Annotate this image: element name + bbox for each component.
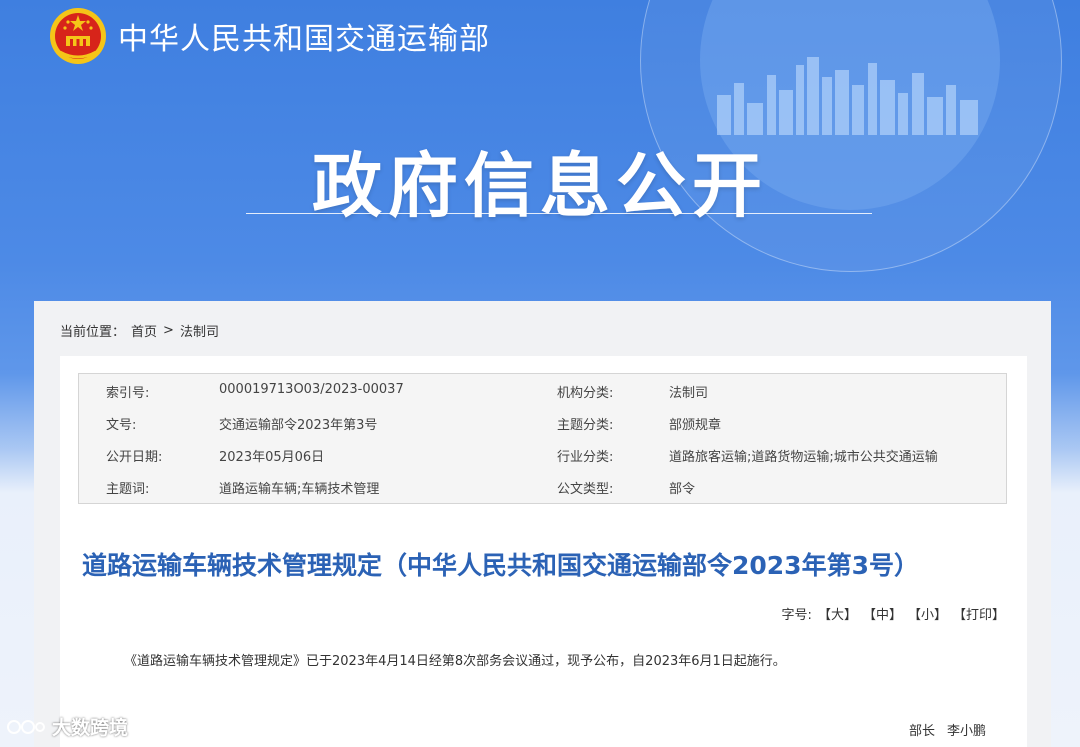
agency-category-label: 机构分类: [557, 386, 614, 401]
document-title: 道路运输车辆技术管理规定（中华人民共和国交通运输部令2023年第3号） [82, 551, 919, 580]
doc-type-label: 公文类型: [557, 482, 614, 497]
metadata-row: 文号: 交通运输部令2023年第3号 主题分类: 部颁规章 [79, 406, 1006, 438]
watermark-text: 大数跨境 [52, 717, 129, 739]
doc-number-label: 文号: [106, 418, 137, 433]
index-number-label: 索引号: [106, 386, 150, 401]
industry-category-value: 道路旅客运输;道路货物运输;城市公共交通运输 [669, 450, 938, 465]
breadcrumb-home-link[interactable]: 首页 [131, 321, 157, 340]
font-size-label: 字号: [781, 608, 812, 623]
publish-date-label: 公开日期: [106, 450, 163, 465]
font-medium-button[interactable]: 【中】 [863, 604, 902, 623]
doc-type-value: 部令 [669, 482, 696, 497]
font-size-toolbar: 字号: 【大】 【中】 【小】 【打印】 [782, 604, 1005, 623]
ministry-name: 中华人民共和国交通运输部 [118, 22, 490, 57]
signer-name: 李小鹏 [947, 724, 987, 739]
site-header: 中华人民共和国交通运输部 [48, 6, 490, 66]
breadcrumb-prefix: 当前位置： [60, 325, 126, 340]
topic-category-label: 主题分类: [557, 418, 614, 433]
metadata-row: 索引号: 000019713O03/2023-00037 机构分类: 法制司 [79, 374, 1006, 406]
index-number-value: 000019713O03/2023-00037 [219, 382, 404, 397]
metadata-row: 主题词: 道路运输车辆;车辆技术管理 公文类型: 部令 [79, 470, 1006, 502]
font-small-button[interactable]: 【小】 [908, 604, 947, 623]
document-paragraph: 《道路运输车辆技术管理规定》已于2023年4月14日经第8次部务会议通过，现予公… [124, 654, 786, 669]
watermark-logo-icon [7, 719, 45, 734]
metadata-row: 公开日期: 2023年05月06日 行业分类: 道路旅客运输;道路货物运输;城市… [79, 438, 1006, 470]
breadcrumb-separator: > [163, 323, 174, 338]
title-underline [246, 213, 872, 214]
doc-number-value: 交通运输部令2023年第3号 [219, 418, 378, 433]
watermark: 大数跨境 [6, 713, 128, 740]
industry-category-label: 行业分类: [557, 450, 614, 465]
metadata-table: 索引号: 000019713O03/2023-00037 机构分类: 法制司 文… [78, 373, 1007, 504]
breadcrumb-current-link[interactable]: 法制司 [180, 321, 219, 340]
print-button[interactable]: 【打印】 [953, 604, 1005, 623]
document-content: 索引号: 000019713O03/2023-00037 机构分类: 法制司 文… [60, 356, 1027, 747]
section-title: 政府信息公开 [312, 144, 768, 227]
national-emblem-icon [50, 8, 106, 64]
agency-category-value: 法制司 [669, 386, 709, 401]
signature-block: 部长 李小鹏 [909, 720, 986, 739]
main-panel: 当前位置： 首页 > 法制司 索引号: 000019713O03/2023-00… [34, 301, 1051, 747]
topic-category-value: 部颁规章 [669, 418, 722, 433]
publish-date-value: 2023年05月06日 [219, 450, 325, 465]
signer-title: 部长 [909, 724, 936, 739]
breadcrumb: 当前位置： 首页 > 法制司 [60, 321, 219, 340]
keywords-label: 主题词: [106, 482, 150, 497]
city-skyline-image [717, 57, 978, 135]
keywords-value: 道路运输车辆;车辆技术管理 [219, 482, 380, 497]
font-large-button[interactable]: 【大】 [818, 604, 857, 623]
